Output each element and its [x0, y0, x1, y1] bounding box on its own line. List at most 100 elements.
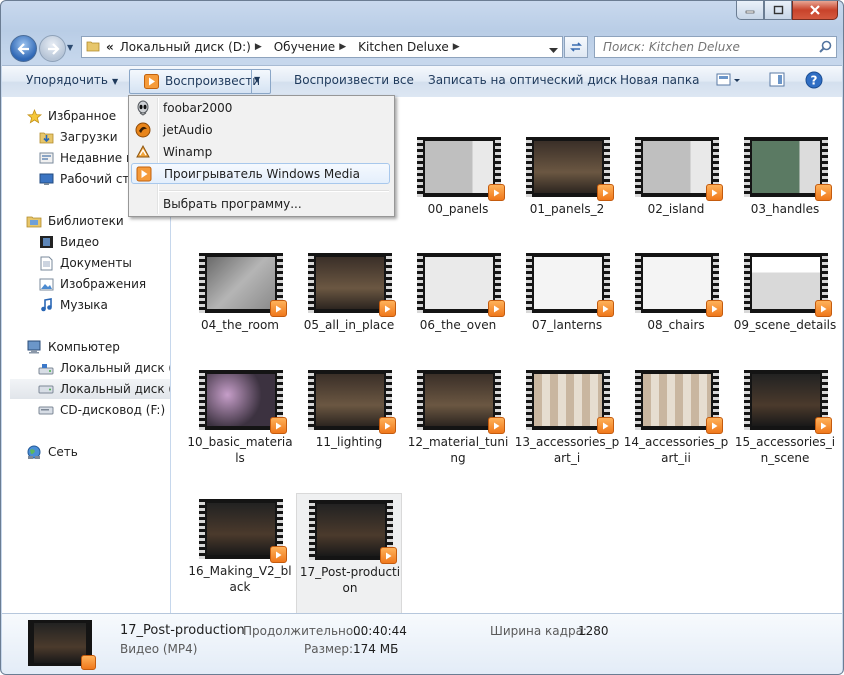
- nav-item-drive-d[interactable]: Локальный диск (D:): [10, 379, 170, 399]
- file-name: 06_the_oven: [419, 318, 497, 332]
- file-tile[interactable]: 11_lighting: [296, 370, 402, 500]
- video-thumbnail: [635, 137, 723, 201]
- file-tile[interactable]: 08_chairs: [623, 253, 729, 383]
- file-tile[interactable]: 14_accessories_part_ii: [623, 370, 729, 500]
- preview-pane-button[interactable]: [769, 72, 785, 91]
- forward-arrow-icon: [47, 42, 60, 55]
- burn-button[interactable]: Записать на оптический диск: [428, 73, 617, 87]
- file-tile[interactable]: 17_Post-production: [296, 493, 402, 613]
- play-with-menu: foobar2000 jetAudio Winamp Проигрыватель…: [128, 95, 395, 217]
- video-thumbnail: [308, 370, 396, 434]
- nav-item-drive-c[interactable]: Локальный диск (C:): [38, 358, 170, 378]
- file-tile[interactable]: 01_panels_2: [514, 137, 620, 267]
- help-button[interactable]: ?: [805, 71, 823, 92]
- video-library-icon: [38, 234, 54, 250]
- organize-button[interactable]: Упорядочить ▼: [26, 73, 118, 87]
- nav-item-music[interactable]: Музыка: [38, 295, 170, 315]
- file-tile[interactable]: 12_material_tuning: [405, 370, 511, 500]
- video-play-badge-icon: [270, 300, 287, 317]
- nav-network[interactable]: Сеть: [26, 442, 170, 462]
- close-button[interactable]: [792, 1, 838, 20]
- file-tile[interactable]: 06_the_oven: [405, 253, 511, 383]
- video-thumbnail: [199, 370, 287, 434]
- file-tile[interactable]: 04_the_room: [187, 253, 293, 383]
- address-bar[interactable]: « Локальный диск (D:) ▶ Обучение ▶ Kitchen…: [81, 36, 563, 58]
- address-segment[interactable]: Kitchen Deluxe ▶: [358, 40, 466, 54]
- file-tile[interactable]: 07_lanterns: [514, 253, 620, 383]
- file-name: 05_all_in_place: [303, 318, 395, 332]
- file-name: 14_accessories_part_ii: [623, 435, 729, 465]
- nav-computer[interactable]: Компьютер: [26, 337, 170, 357]
- forward-button[interactable]: [39, 35, 66, 62]
- file-tile[interactable]: 03_handles: [732, 137, 838, 267]
- split-separator: [251, 70, 252, 93]
- menu-item-jetaudio[interactable]: jetAudio: [131, 119, 390, 140]
- file-name: 11_lighting: [315, 435, 383, 449]
- file-tile[interactable]: 00_panels: [405, 137, 511, 267]
- back-button[interactable]: [10, 35, 37, 62]
- video-thumbnail: [744, 253, 832, 317]
- winamp-icon: [131, 144, 155, 160]
- nav-item-pictures[interactable]: Изображения: [38, 274, 170, 294]
- menu-item-winamp[interactable]: Winamp: [131, 141, 390, 162]
- file-tile[interactable]: 09_scene_details: [732, 253, 838, 383]
- recent-pages-dropdown[interactable]: ▼: [67, 43, 73, 52]
- minimize-button[interactable]: [736, 1, 764, 20]
- address-segment[interactable]: Локальный диск (D:) ▶: [120, 40, 268, 54]
- video-play-badge-icon: [815, 300, 832, 317]
- file-name: 09_scene_details: [733, 318, 837, 332]
- file-tile[interactable]: 02_island: [623, 137, 729, 267]
- file-tile[interactable]: 10_basic_materials: [187, 370, 293, 500]
- details-size-value[interactable]: 174 МБ: [353, 642, 398, 656]
- search-input[interactable]: [601, 39, 815, 55]
- video-thumbnail: [635, 253, 723, 317]
- chevron-right-icon[interactable]: ▶: [339, 42, 346, 52]
- address-dropdown-icon[interactable]: [549, 43, 558, 57]
- play-all-button[interactable]: Воспроизвести все: [294, 73, 414, 87]
- computer-icon: [26, 339, 42, 355]
- nav-item-cd-drive[interactable]: CD-дисковод (F:): [38, 400, 170, 420]
- video-play-badge-icon: [706, 300, 723, 317]
- search-box[interactable]: [594, 36, 837, 58]
- nav-item-documents[interactable]: Документы: [38, 253, 170, 273]
- address-segment[interactable]: Обучение ▶: [274, 40, 352, 54]
- maximize-button[interactable]: [764, 1, 792, 20]
- chevron-right-icon[interactable]: ▶: [453, 42, 460, 52]
- menu-item-windows-media-player[interactable]: Проигрыватель Windows Media: [131, 163, 390, 184]
- menu-item-choose-program[interactable]: Выбрать программу...: [131, 193, 390, 214]
- play-icon: [144, 74, 159, 92]
- play-button[interactable]: Воспроизвести ▼: [129, 69, 271, 94]
- wmp-icon: [132, 166, 156, 182]
- video-thumbnail: [744, 370, 832, 434]
- drive-icon: [38, 381, 54, 397]
- video-thumbnail: [526, 370, 614, 434]
- refresh-button[interactable]: [564, 36, 588, 58]
- system-drive-icon: [38, 360, 54, 376]
- menu-item-foobar2000[interactable]: foobar2000: [131, 97, 390, 118]
- details-size-label: Размер:: [304, 642, 354, 656]
- video-thumbnail: [635, 370, 723, 434]
- new-folder-button[interactable]: Новая папка: [620, 73, 699, 87]
- video-play-badge-icon: [488, 300, 505, 317]
- details-width-value[interactable]: 1280: [578, 624, 609, 638]
- details-duration-value[interactable]: 00:40:44: [353, 624, 407, 638]
- file-tile[interactable]: 15_accessories_in_scene: [732, 370, 838, 500]
- search-icon[interactable]: [819, 40, 832, 56]
- play-dropdown-arrow-icon[interactable]: ▼: [254, 75, 260, 84]
- view-icon: [716, 73, 740, 86]
- address-overflow[interactable]: «: [106, 40, 114, 54]
- file-name: 08_chairs: [647, 318, 705, 332]
- video-play-badge-icon: [379, 300, 396, 317]
- change-view-button[interactable]: [716, 72, 742, 91]
- nav-item-videos[interactable]: Видео: [38, 232, 170, 252]
- refresh-icon: [570, 42, 582, 52]
- video-play-badge-icon: [706, 417, 723, 434]
- close-icon: [810, 5, 820, 15]
- libraries-icon: [26, 213, 42, 229]
- chevron-right-icon[interactable]: ▶: [255, 42, 262, 52]
- file-tile[interactable]: 05_all_in_place: [296, 253, 402, 383]
- video-thumbnail: [417, 253, 505, 317]
- file-tile[interactable]: 13_accessories_part_i: [514, 370, 620, 500]
- file-tile[interactable]: 16_Making_V2_black: [187, 499, 293, 613]
- pictures-icon: [38, 276, 54, 292]
